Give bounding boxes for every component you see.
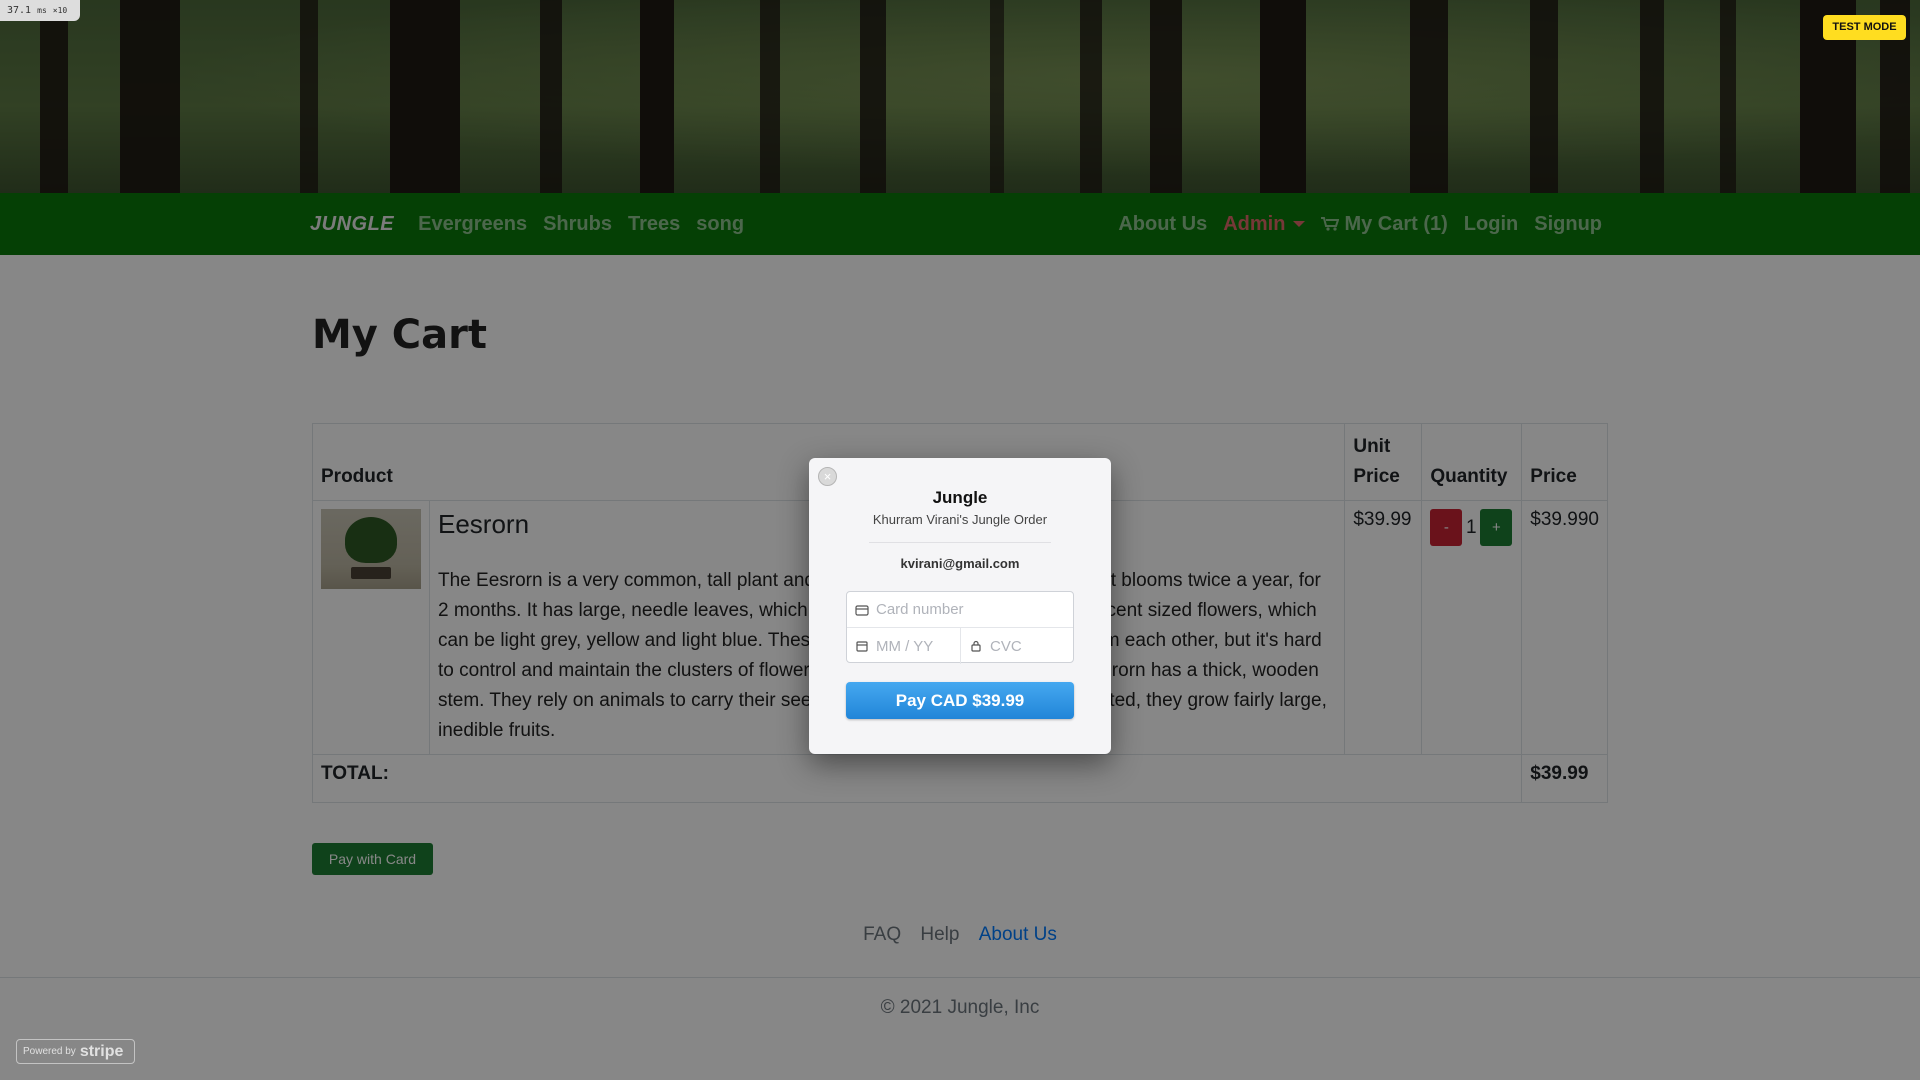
stripe-logo: stripe <box>79 1042 124 1060</box>
powered-by-stripe-badge[interactable]: Powered by stripe <box>16 1039 135 1064</box>
cvc-placeholder: CVC <box>990 637 1022 655</box>
cvc-field[interactable]: CVC <box>960 628 1073 664</box>
pay-button[interactable]: Pay CAD $39.99 <box>846 682 1074 719</box>
modal-title: Jungle <box>932 488 988 507</box>
checkout-modal: × Jungle Khurram Virani's Jungle Order k… <box>809 458 1111 754</box>
customer-email[interactable]: kvirani@gmail.com <box>809 556 1111 571</box>
test-mode-badge: TEST MODE <box>1823 15 1906 40</box>
powered-by-label: Powered by <box>23 1046 76 1057</box>
close-icon[interactable]: × <box>818 467 837 486</box>
lock-icon <box>971 640 981 652</box>
card-number-placeholder: Card number <box>876 601 964 618</box>
expiry-placeholder: MM / YY <box>876 637 934 655</box>
card-icon <box>855 604 869 616</box>
perf-unit: ms <box>37 6 47 15</box>
card-number-field[interactable]: Card number <box>847 592 1073 628</box>
perf-multiplier: ×10 <box>52 6 68 15</box>
card-input-group: Card number MM / YY CVC <box>846 591 1074 664</box>
modal-subtitle: Khurram Virani's Jungle Order <box>872 512 1048 527</box>
perf-badge: 37.1 ms ×10 <box>0 0 80 21</box>
expiry-field[interactable]: MM / YY <box>847 628 960 664</box>
calendar-icon <box>856 641 868 652</box>
modal-divider <box>869 542 1051 543</box>
perf-value: 37.1 <box>7 5 32 16</box>
